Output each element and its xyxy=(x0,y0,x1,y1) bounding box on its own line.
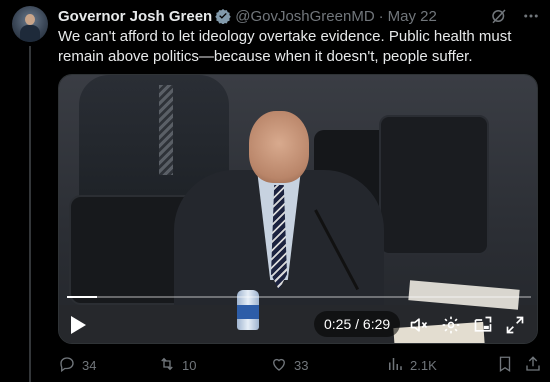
thread-line xyxy=(29,46,31,382)
fullscreen-icon[interactable] xyxy=(505,315,525,335)
pip-icon[interactable] xyxy=(473,315,493,335)
share-icon xyxy=(524,355,542,376)
video-progress-bar[interactable] xyxy=(67,296,531,298)
retweet-icon xyxy=(158,355,176,376)
avatar[interactable] xyxy=(12,6,48,42)
share-button[interactable] xyxy=(524,355,542,376)
views-button[interactable]: 2.1K xyxy=(386,355,437,376)
separator-dot: · xyxy=(378,7,384,25)
retweet-count: 10 xyxy=(182,357,197,373)
reply-count: 34 xyxy=(82,357,97,373)
more-icon[interactable] xyxy=(522,7,540,25)
views-icon xyxy=(386,355,404,376)
tweet-text: We can't afford to let ideology overtake… xyxy=(58,28,512,65)
reply-icon xyxy=(58,355,76,376)
settings-icon[interactable] xyxy=(441,315,461,335)
reply-button[interactable]: 34 xyxy=(58,355,96,376)
bookmark-button[interactable] xyxy=(496,355,514,376)
retweet-button[interactable]: 10 xyxy=(158,355,196,376)
tweet-header: Governor Josh Green @GovJoshGreenMD · Ma… xyxy=(58,7,540,25)
like-button[interactable]: 33 xyxy=(270,355,308,376)
bookmark-icon xyxy=(496,355,514,376)
views-count: 2.1K xyxy=(410,357,437,373)
handle[interactable]: @GovJoshGreenMD xyxy=(235,8,374,25)
play-icon[interactable] xyxy=(69,315,87,335)
video-frame xyxy=(59,75,537,343)
video-player[interactable]: 0:25 / 6:29 xyxy=(58,74,538,344)
background-chair xyxy=(379,115,489,255)
video-progress-fill xyxy=(67,296,97,298)
like-icon xyxy=(270,355,288,376)
like-count: 33 xyxy=(294,357,309,373)
verified-badge-icon xyxy=(215,8,231,25)
mute-icon[interactable] xyxy=(409,315,429,335)
video-time: 0:25 / 6:29 xyxy=(314,311,401,337)
display-name[interactable]: Governor Josh Green xyxy=(58,8,212,25)
grok-icon[interactable] xyxy=(490,7,508,25)
post-date[interactable]: May 22 xyxy=(388,8,437,25)
action-bar: 34 10 33 2.1K xyxy=(58,354,540,376)
